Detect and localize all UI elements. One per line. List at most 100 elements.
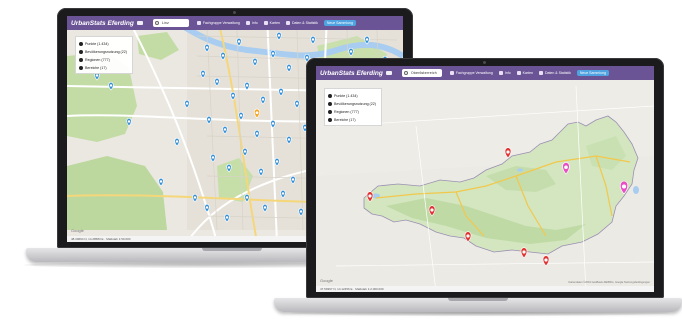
- pin-icon: [328, 94, 332, 98]
- map-icon: [263, 21, 268, 25]
- laptop-front-base: [274, 298, 682, 312]
- map-pin-blue-dot: [159, 180, 163, 183]
- map-pin-blue-dot: [231, 94, 235, 97]
- legend-label: Bevölkerungsnutzung (22): [334, 102, 376, 106]
- map-screen-front[interactable]: UrbanStats Eferding Oberösterreich Fachg…: [316, 66, 654, 292]
- menu-item-karten[interactable]: Karten: [263, 21, 280, 25]
- map-attribution[interactable]: Kartendaten ©2019 GeoBasis-DE/BKG, Googl…: [568, 281, 650, 284]
- brand-title[interactable]: UrbanStats Eferding: [71, 20, 134, 27]
- new-collection-button[interactable]: Neue Sammlung: [323, 20, 356, 26]
- google-logo: Google: [320, 278, 333, 283]
- laptop-front: UrbanStats Eferding Oberösterreich Fachg…: [260, 40, 682, 324]
- menu-item-label: Info: [251, 21, 258, 25]
- map-legend-front: Punkte (1.434) Bevölkerungsnutzung (22) …: [324, 88, 382, 126]
- map-pin-blue-dot: [127, 120, 131, 123]
- legend-item[interactable]: Regionen (777): [79, 56, 129, 64]
- legend-item[interactable]: Punkte (1.434): [79, 40, 129, 48]
- laptop-back-camera: [233, 11, 236, 14]
- map-pin-pink-dot: [622, 184, 626, 189]
- map-icon: [516, 71, 521, 75]
- pin-icon: [328, 102, 332, 106]
- legend-label: Bereiche (17): [334, 118, 356, 122]
- google-logo: Google: [71, 228, 84, 233]
- menu-item-info[interactable]: Info: [245, 21, 258, 25]
- menu-item-label: Daten & Statistik: [544, 71, 571, 75]
- app-topbar-back: UrbanStats Eferding Linz Fachgruppe Verw…: [67, 16, 403, 30]
- pin-icon: [79, 42, 83, 46]
- legend-item[interactable]: Bevölkerungsnutzung (22): [79, 48, 129, 56]
- legend-label: Bereiche (17): [85, 66, 107, 70]
- search-input[interactable]: Linz: [152, 19, 189, 27]
- info-icon: [245, 21, 250, 25]
- brand-title[interactable]: UrbanStats Eferding: [320, 70, 383, 77]
- legend-item[interactable]: Bevölkerungsnutzung (22): [328, 100, 378, 108]
- pin-icon: [79, 66, 83, 70]
- map-pin-red-dot: [522, 250, 526, 254]
- search-input[interactable]: Oberösterreich: [401, 69, 442, 77]
- map-pin-blue-dot: [95, 74, 99, 77]
- laptop-back-notch: [202, 248, 262, 251]
- laptop-front-notch: [448, 298, 508, 301]
- laptop-front-lid: UrbanStats Eferding Oberösterreich Fachg…: [306, 58, 664, 298]
- pin-icon: [328, 118, 332, 122]
- search-icon: [403, 71, 408, 75]
- map-pin-blue-dot: [207, 118, 211, 121]
- chart-icon: [285, 21, 290, 25]
- map-pin-blue-dot: [245, 196, 249, 199]
- map-pin-red-dot: [430, 208, 434, 212]
- brand-logo-icon: [385, 71, 392, 75]
- legend-label: Regionen (777): [334, 110, 359, 114]
- legend-item[interactable]: Bereiche (17): [79, 64, 129, 72]
- pin-icon: [328, 110, 332, 114]
- chart-icon: [538, 71, 543, 75]
- map-pin-blue-dot: [201, 72, 205, 75]
- map-legend-back: Punkte (1.434) Bevölkerungsnutzung (22) …: [75, 36, 133, 74]
- menu-item-fachgruppe[interactable]: Fachgruppe Verwaltung: [449, 71, 493, 75]
- legend-item[interactable]: Punkte (1.434): [328, 92, 378, 100]
- map-pin-blue-dot: [221, 54, 225, 57]
- coordinate-text: 47.59397 N, 14.12456 E · Maßstab 1:2.000…: [320, 287, 384, 291]
- menu-item-label: Karten: [522, 71, 533, 75]
- menu-item-daten[interactable]: Daten & Statistik: [285, 21, 318, 25]
- map-pin-red-dot: [466, 234, 470, 238]
- map-pin-blue-dot: [205, 206, 209, 209]
- pin-icon: [79, 50, 83, 54]
- map-pin-blue-dot: [227, 166, 231, 169]
- app-topbar-front: UrbanStats Eferding Oberösterreich Fachg…: [316, 66, 654, 80]
- map-pin-red-dot: [506, 150, 510, 154]
- info-icon: [498, 71, 503, 75]
- menu-item-karten[interactable]: Karten: [516, 71, 533, 75]
- map-pin-blue-dot: [243, 150, 247, 153]
- map-pin-blue-dot: [215, 80, 219, 83]
- brand-logo-icon: [136, 21, 143, 25]
- map-pin-blue-dot: [109, 84, 113, 87]
- menu-item-label: Info: [504, 71, 511, 75]
- menu-item-label: Karten: [269, 21, 280, 25]
- map-pin-blue-dot: [205, 46, 209, 49]
- map-pin-red-dot: [544, 258, 548, 262]
- menu-item-daten[interactable]: Daten & Statistik: [538, 71, 571, 75]
- map-pin-blue-dot: [255, 132, 259, 135]
- coordinate-bar: 47.59397 N, 14.12456 E · Maßstab 1:2.000…: [316, 286, 654, 292]
- menu-item-info[interactable]: Info: [498, 71, 511, 75]
- legend-label: Punkte (1.434): [334, 94, 358, 98]
- legend-label: Bevölkerungsnutzung (22): [85, 50, 127, 54]
- new-collection-button[interactable]: Neue Sammlung: [576, 70, 609, 76]
- menu-item-label: Fachgruppe Verwaltung: [455, 71, 493, 75]
- users-icon: [196, 21, 201, 25]
- map-pin-pink-dot: [564, 165, 568, 170]
- map-pin-blue-dot: [253, 60, 257, 63]
- map-pin-blue-dot: [211, 156, 215, 159]
- map-pin-blue-dot: [225, 216, 229, 219]
- menu-item-fachgruppe[interactable]: Fachgruppe Verwaltung: [196, 21, 240, 25]
- menu-item-label: Daten & Statistik: [291, 21, 318, 25]
- legend-item[interactable]: Regionen (777): [328, 108, 378, 116]
- search-icon: [154, 21, 159, 25]
- pin-icon: [79, 58, 83, 62]
- map-pin-blue-dot: [223, 128, 227, 131]
- users-icon: [449, 71, 454, 75]
- legend-item[interactable]: Bereiche (17): [328, 116, 378, 124]
- legend-label: Punkte (1.434): [85, 42, 109, 46]
- map-pin-blue-dot: [277, 34, 281, 37]
- map-pin-orange-dot: [255, 111, 259, 115]
